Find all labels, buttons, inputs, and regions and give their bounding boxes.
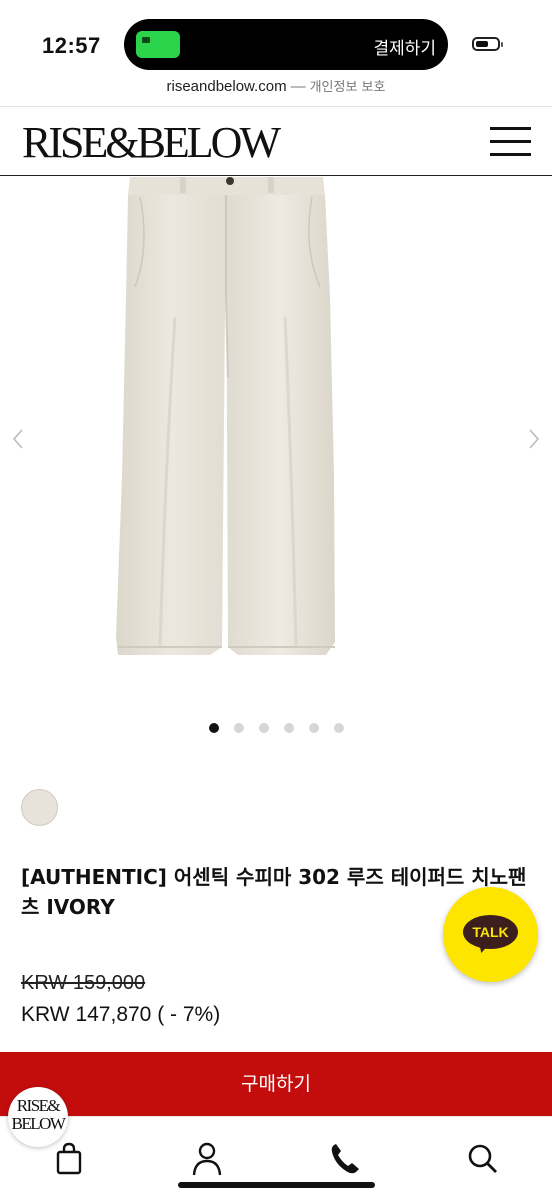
url-separator: —	[290, 78, 306, 95]
phone-icon[interactable]	[325, 1139, 365, 1179]
brand-badge-label: RISE& BELOW	[11, 1096, 66, 1133]
url-host: riseandbelow.com	[166, 78, 287, 95]
gallery-pagination	[0, 722, 552, 734]
island-label: 결제하기	[373, 39, 436, 59]
url-privacy-label: 개인정보 보호	[309, 80, 386, 95]
product-image	[116, 177, 335, 655]
status-bar: 12:57 결제하기	[0, 0, 552, 80]
url-bar[interactable]: riseandbelow.com — 개인정보 보호	[0, 76, 552, 100]
original-price: KRW 159,000	[21, 972, 146, 994]
status-time: 12:57	[42, 33, 101, 58]
gallery-next-arrow-icon[interactable]	[524, 427, 544, 451]
dynamic-island[interactable]: 결제하기	[124, 19, 448, 70]
battery-icon	[472, 37, 503, 51]
menu-icon[interactable]	[490, 127, 531, 157]
site-header: RISE&BELOW	[0, 107, 552, 176]
bag-icon[interactable]	[49, 1139, 89, 1179]
brand-badge[interactable]: RISE& BELOW	[8, 1087, 68, 1147]
bottom-tab-bar	[0, 1116, 552, 1201]
sale-price: KRW 147,870 ( - 7%)	[21, 1003, 221, 1026]
user-icon[interactable]	[187, 1139, 227, 1179]
color-swatch-ivory[interactable]	[21, 789, 58, 826]
gallery-dot[interactable]	[209, 723, 219, 733]
gallery-dot[interactable]	[234, 723, 244, 733]
kakao-talk-button[interactable]: TALK	[443, 887, 538, 982]
kakao-talk-label: TALK	[472, 924, 509, 940]
home-indicator	[178, 1182, 375, 1188]
gallery-dot[interactable]	[284, 723, 294, 733]
gallery-dot[interactable]	[334, 723, 344, 733]
buy-button[interactable]: 구매하기	[0, 1052, 552, 1116]
gallery-prev-arrow-icon[interactable]	[8, 427, 28, 451]
product-gallery[interactable]	[0, 177, 552, 707]
gallery-dot[interactable]	[259, 723, 269, 733]
gallery-dot[interactable]	[309, 723, 319, 733]
payment-app-icon	[136, 31, 180, 58]
search-icon[interactable]	[463, 1139, 503, 1179]
site-logo[interactable]: RISE&BELOW	[22, 121, 281, 165]
